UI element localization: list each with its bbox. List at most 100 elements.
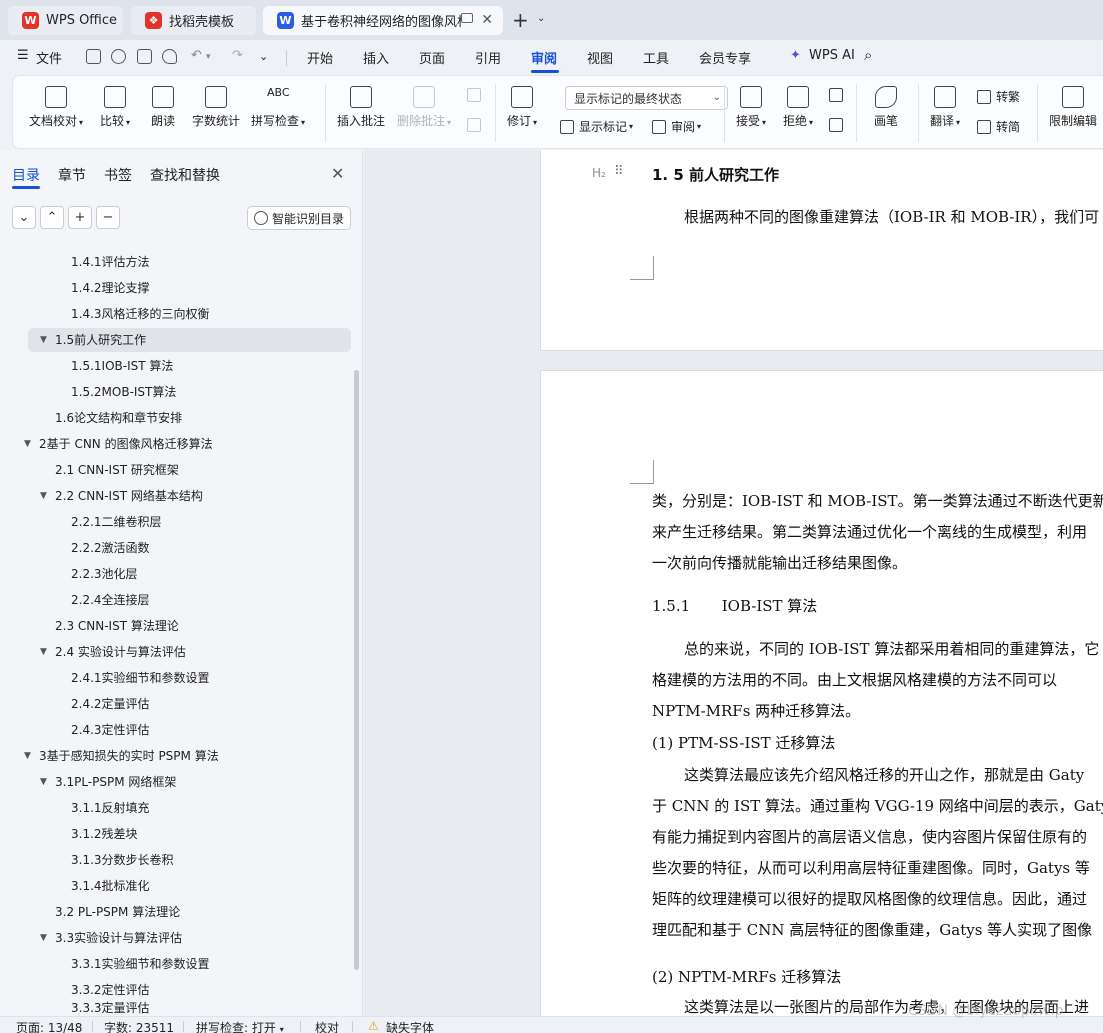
toc-item[interactable]: 2.4.3定性评估: [71, 718, 150, 742]
toc-item[interactable]: 2.1 CNN-IST 研究框架: [55, 458, 179, 482]
menu-member[interactable]: 会员专享: [699, 48, 751, 67]
share-icon[interactable]: [111, 49, 126, 64]
markup-mode-select[interactable]: 显示标记的最终状态 ⌄: [565, 86, 728, 110]
monitor-icon[interactable]: [461, 13, 473, 23]
nav-tab-find-replace[interactable]: 查找和替换: [150, 165, 220, 185]
compare-button[interactable]: 比较 ▾: [100, 86, 130, 129]
previous-change-button[interactable]: [829, 88, 848, 102]
undo-dropdown-icon[interactable]: ▾: [206, 52, 211, 62]
toc-item[interactable]: 3.3.3定量评估: [71, 1001, 150, 1016]
next-comment-button[interactable]: [467, 118, 486, 132]
paragraph-line[interactable]: 来产生迁移结果。第二类算法通过优化一个离线的生成模型，利用: [652, 521, 1087, 542]
tab-current-document[interactable]: W 基于卷积神经网络的图像风格 ✕: [263, 6, 503, 35]
undo-icon[interactable]: ↶: [191, 48, 202, 63]
paragraph-line[interactable]: 于 CNN 的 IST 算法。通过重构 VGG-19 网络中间层的表示，Gaty…: [652, 795, 1103, 816]
heading-level-marker[interactable]: H₂: [592, 166, 606, 180]
pen-button[interactable]: 画笔: [874, 86, 898, 129]
toc-item[interactable]: 1.5.2MOB-IST算法: [71, 380, 176, 404]
translate-button[interactable]: 翻译 ▾: [930, 86, 960, 129]
save-icon[interactable]: [86, 49, 101, 64]
hamburger-icon[interactable]: ☰: [17, 48, 29, 63]
toc-item[interactable]: ▼ 2.4 实验设计与算法评估: [40, 640, 186, 664]
menu-file[interactable]: 文件: [36, 48, 62, 67]
caret-down-icon[interactable]: ▼: [24, 744, 31, 768]
insert-comment-button[interactable]: 插入批注: [337, 86, 385, 129]
expand-up-button[interactable]: ⌃: [40, 206, 64, 229]
menu-tools[interactable]: 工具: [643, 48, 669, 67]
subsection-heading[interactable]: 1.5.1 IOB-IST 算法: [652, 595, 817, 616]
page-indicator[interactable]: 页面: 13/48: [16, 1019, 82, 1033]
toc-item[interactable]: 2.2.1二维卷积层: [71, 510, 162, 534]
menu-home[interactable]: 开始: [307, 48, 333, 67]
quick-access-chevron-icon[interactable]: ⌄: [259, 50, 268, 63]
spell-check-button[interactable]: ABC 拼写检查 ▾: [251, 86, 305, 129]
paragraph-line[interactable]: 理匹配和基于 CNN 高层特征的图像重建，Gatys 等人实现了图像: [652, 919, 1092, 940]
paragraph-line[interactable]: 这类算法最应该先介绍风格迁移的开山之作，那就是由 Gaty: [684, 764, 1084, 785]
paragraph-line[interactable]: 根据两种不同的图像重建算法（IOB-IR 和 MOB-IR），我们可: [684, 206, 1099, 227]
caret-down-icon[interactable]: ▼: [40, 328, 47, 352]
read-aloud-button[interactable]: 朗读: [151, 86, 175, 129]
delete-comment-button[interactable]: 删除批注 ▾: [397, 86, 451, 129]
toc-item[interactable]: ▼ 3.3实验设计与算法评估: [40, 926, 182, 950]
list-item-heading[interactable]: (1) PTM-SS-IST 迁移算法: [652, 732, 835, 753]
previous-comment-button[interactable]: [467, 88, 486, 102]
menu-wps-ai[interactable]: WPS AI: [809, 48, 855, 63]
new-tab-plus-icon[interactable]: +: [512, 8, 529, 32]
toc-item[interactable]: 2.2.4全连接层: [71, 588, 150, 612]
caret-down-icon[interactable]: ▼: [40, 770, 47, 794]
menu-page[interactable]: 页面: [419, 48, 445, 67]
toc-item[interactable]: 2.4.2定量评估: [71, 692, 150, 716]
restrict-edit-button[interactable]: 限制编辑: [1049, 86, 1097, 129]
toc-item[interactable]: 1.5.1IOB-IST 算法: [71, 354, 173, 378]
section-heading[interactable]: 1. 5 前人研究工作: [652, 164, 779, 185]
toc-item[interactable]: 3.1.2残差块: [71, 822, 138, 846]
paragraph-line[interactable]: 些次要的特征，从而可以利用高层特征重建图像。同时，Gatys 等: [652, 857, 1090, 878]
toc-item[interactable]: 2.4.1实验细节和参数设置: [71, 666, 210, 690]
toc-item[interactable]: 2.3 CNN-IST 算法理论: [55, 614, 179, 638]
revise-button[interactable]: 修订 ▾: [507, 86, 537, 129]
nav-tab-sections[interactable]: 章节: [58, 165, 86, 185]
paragraph-line[interactable]: 格建模的方法用的不同。由上文根据风格建模的方法不同可以: [652, 669, 1057, 690]
toc-item-selected[interactable]: ▼ 1.5前人研究工作: [28, 328, 351, 352]
close-tab-icon[interactable]: ✕: [481, 12, 493, 28]
paragraph-line[interactable]: NPTM-MRFs 两种迁移算法。: [652, 700, 860, 721]
toc-item[interactable]: 1.6论文结构和章节安排: [55, 406, 182, 430]
paragraph-line[interactable]: 有能力捕捉到内容图片的高层语义信息，使内容图片保留住原有的: [652, 826, 1087, 847]
missing-font-status[interactable]: 缺失字体: [386, 1019, 434, 1033]
caret-down-icon[interactable]: ▼: [40, 640, 47, 664]
print-preview-icon[interactable]: [162, 49, 177, 64]
menu-references[interactable]: 引用: [475, 48, 501, 67]
tab-list-chevron-icon[interactable]: ⌄: [537, 13, 545, 24]
toc-item[interactable]: 2.2.3池化层: [71, 562, 138, 586]
paragraph-line[interactable]: 类，分别是：IOB-IST 和 MOB-IST。第一类算法通过不断迭代更新: [652, 490, 1103, 511]
collapse-all-button[interactable]: ⌄: [12, 206, 36, 229]
proofread-status[interactable]: 校对: [315, 1019, 339, 1033]
paragraph-line[interactable]: 矩阵的纹理建模可以很好的提取风格图像的纹理信息。因此，通过: [652, 888, 1087, 909]
word-count-indicator[interactable]: 字数: 23511: [104, 1019, 174, 1033]
menu-view[interactable]: 视图: [587, 48, 613, 67]
toc-item[interactable]: ▼ 3.1PL-PSPM 网络框架: [40, 770, 176, 794]
toc-item[interactable]: ▼ 2基于 CNN 的图像风格迁移算法: [24, 432, 213, 456]
search-icon[interactable]: ⌕: [864, 46, 872, 64]
doc-check-button[interactable]: 文档校对 ▾: [29, 86, 83, 129]
toc-item[interactable]: 1.4.3风格迁移的三向权衡: [71, 302, 210, 326]
list-item-heading[interactable]: (2) NPTM-MRFs 迁移算法: [652, 966, 841, 987]
word-count-button[interactable]: 字数统计: [192, 86, 240, 129]
smart-toc-button[interactable]: 智能识别目录: [247, 206, 351, 230]
toc-item[interactable]: 1.4.2理论支撑: [71, 276, 150, 300]
tab-wps-office[interactable]: W WPS Office: [8, 6, 123, 35]
paragraph-line[interactable]: 一次前向传播就能输出迁移结果图像。: [652, 552, 907, 573]
toc-item[interactable]: 2.2.2激活函数: [71, 536, 150, 560]
review-pane-button[interactable]: 审阅 ▾: [652, 118, 701, 135]
toc-item[interactable]: 1.4.1评估方法: [71, 250, 150, 274]
toc-scrollbar[interactable]: [354, 370, 359, 970]
redo-icon[interactable]: ↷: [232, 48, 243, 63]
toc-item[interactable]: 3.3.1实验细节和参数设置: [71, 952, 210, 976]
caret-down-icon[interactable]: ▼: [40, 926, 47, 950]
print-icon[interactable]: [137, 49, 152, 64]
next-change-button[interactable]: [829, 118, 848, 132]
add-heading-button[interactable]: +: [68, 206, 92, 229]
nav-tab-toc[interactable]: 目录: [12, 165, 40, 185]
spell-check-status[interactable]: 拼写检查: 打开 ▾: [196, 1019, 284, 1033]
tab-docer-templates[interactable]: ❖ 找稻壳模板: [131, 6, 256, 35]
